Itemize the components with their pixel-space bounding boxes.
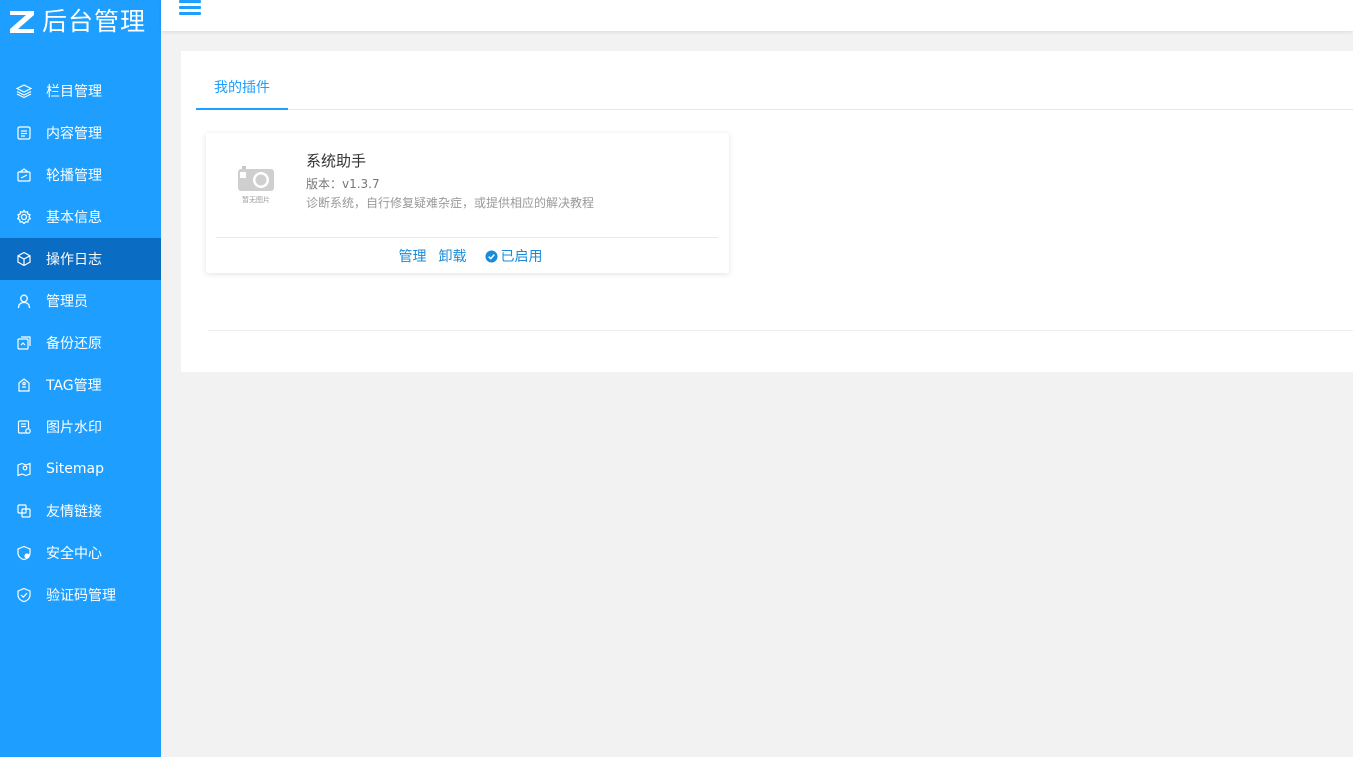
security-shield-icon — [16, 545, 32, 561]
sidebar-item-label: 操作日志 — [46, 252, 102, 268]
plugin-name: 系统助手 — [306, 152, 367, 170]
carousel-icon — [16, 167, 32, 183]
sidebar-item-label: Sitemap — [46, 461, 104, 477]
watermark-icon — [16, 419, 32, 435]
camera-icon — [238, 166, 274, 191]
thumbnail-caption: 暂无图片 — [242, 196, 270, 204]
sidebar-item-watermark[interactable]: 图片水印 — [0, 406, 161, 448]
sidebar-item-label: 备份还原 — [46, 336, 102, 352]
logo-icon — [10, 11, 34, 33]
sidebar-item-security-center[interactable]: 安全中心 — [0, 532, 161, 574]
plugin-panel: 我的插件 暂无图片 系统助手 版本：v1.3.7 诊断系统，自行修复疑难杂症，或… — [181, 51, 1353, 372]
sidebar-item-label: TAG管理 — [46, 378, 102, 394]
sidebar-item-label: 栏目管理 — [46, 84, 102, 100]
sidebar-item-friend-links[interactable]: 友情链接 — [0, 490, 161, 532]
panel-divider — [208, 330, 1353, 331]
map-icon — [16, 461, 32, 477]
plugin-thumbnail: 暂无图片 — [232, 163, 280, 207]
uninstall-button[interactable]: 卸载 — [439, 246, 467, 266]
sidebar-item-label: 安全中心 — [46, 546, 102, 562]
manage-button[interactable]: 管理 — [399, 246, 427, 266]
layers-icon — [16, 83, 32, 99]
sidebar-item-label: 图片水印 — [46, 420, 102, 436]
sidebar-item-column[interactable]: 栏目管理 — [0, 70, 161, 112]
status-label: 已启用 — [500, 249, 543, 265]
sidebar-item-label: 轮播管理 — [46, 168, 102, 184]
sidebar-item-basic-info[interactable]: 基本信息 — [0, 196, 161, 238]
hamburger-icon[interactable] — [179, 0, 201, 16]
sidebar-item-carousel[interactable]: 轮播管理 — [0, 154, 161, 196]
sidebar-item-label: 验证码管理 — [46, 588, 116, 604]
sidebar-item-sitemap[interactable]: Sitemap — [0, 448, 161, 490]
sidebar-menu: 栏目管理 内容管理 轮播管理 基本信息 操作日志 管理员 备份还原 TAG管理 … — [0, 70, 161, 616]
status-badge: 已启用 — [484, 246, 543, 266]
backup-icon — [16, 335, 32, 351]
plugin-card: 暂无图片 系统助手 版本：v1.3.7 诊断系统，自行修复疑难杂症，或提供相应的… — [206, 133, 729, 273]
sidebar-item-admin[interactable]: 管理员 — [0, 280, 161, 322]
plugin-actions: 管理 卸载 已启用 — [206, 246, 729, 266]
plugin-version: 版本：v1.3.7 — [306, 177, 380, 191]
sidebar-item-backup[interactable]: 备份还原 — [0, 322, 161, 364]
shield-check-icon — [16, 587, 32, 603]
check-circle-icon — [484, 249, 498, 263]
plugin-description: 诊断系统，自行修复疑难杂症，或提供相应的解决教程 — [306, 196, 595, 210]
sidebar-item-label: 管理员 — [46, 294, 88, 310]
logo[interactable]: 后台管理 — [8, 6, 146, 38]
top-header — [161, 0, 1353, 31]
document-icon — [16, 125, 32, 141]
link-icon — [16, 503, 32, 519]
user-icon — [16, 293, 32, 309]
sidebar-item-label: 内容管理 — [46, 126, 102, 142]
gear-icon — [16, 209, 32, 225]
logo-text: 后台管理 — [42, 7, 147, 36]
card-divider — [216, 237, 718, 238]
cube-icon — [16, 251, 32, 267]
tag-icon — [16, 377, 32, 393]
tab-my-plugins[interactable]: 我的插件 — [196, 71, 288, 110]
sidebar-item-content[interactable]: 内容管理 — [0, 112, 161, 154]
sidebar-item-captcha[interactable]: 验证码管理 — [0, 574, 161, 616]
sidebar-item-label: 友情链接 — [46, 504, 102, 520]
tab-bar: 我的插件 — [196, 71, 1353, 110]
sidebar-item-tag[interactable]: TAG管理 — [0, 364, 161, 406]
sidebar-item-label: 基本信息 — [46, 210, 102, 226]
sidebar: 后台管理 栏目管理 内容管理 轮播管理 基本信息 操作日志 管理员 备份还原 T… — [0, 0, 161, 757]
sidebar-item-operation-log[interactable]: 操作日志 — [0, 238, 161, 280]
